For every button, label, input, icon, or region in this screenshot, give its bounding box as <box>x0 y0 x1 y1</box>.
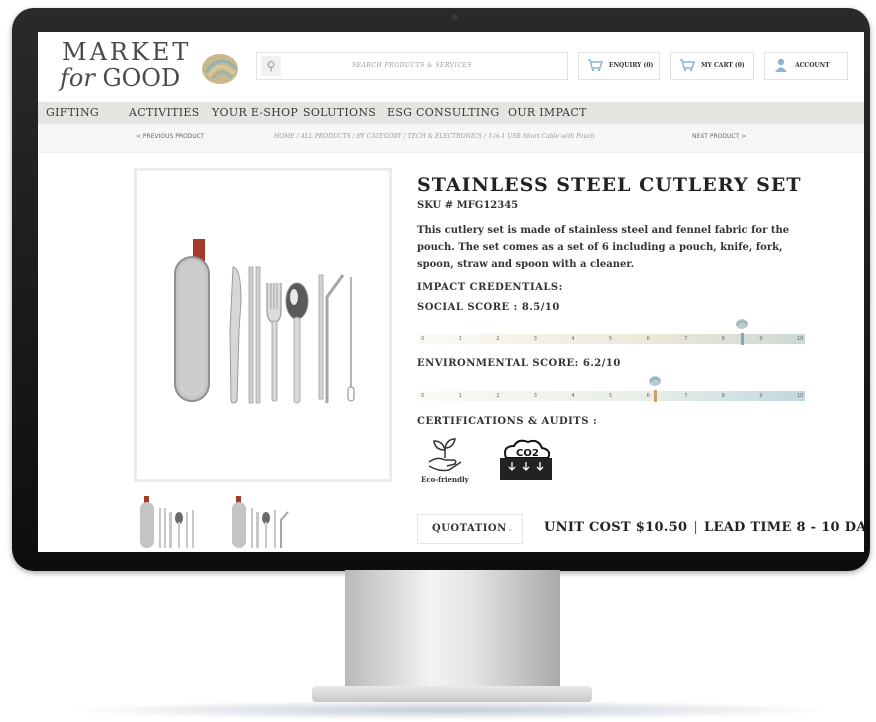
monitor-stand <box>345 570 560 688</box>
nav-item-activities[interactable]: ACTIVITIES <box>129 102 200 124</box>
monitor-shadow <box>60 700 840 720</box>
social-score-scale: 0 1 2 3 4 5 6 7 8 9 10 <box>417 319 805 345</box>
nav-item-esg-consulting[interactable]: ESG CONSULTING <box>387 102 499 124</box>
scale-tick: 2 <box>496 393 500 399</box>
scale-tick: 9 <box>759 393 763 399</box>
cart-icon <box>680 59 695 72</box>
eco-friendly-badge: Eco-friendly <box>421 436 481 486</box>
enquiry-label: ENQUIRY (0) <box>609 62 654 69</box>
product-title: STAINLESS STEEL CUTLERY SET <box>417 174 802 196</box>
scale-tick: 9 <box>759 336 763 342</box>
scale-tick: 10 <box>797 393 804 399</box>
logo-word-for-good: for GOOD <box>60 64 181 92</box>
environmental-score-label: ENVIRONMENTAL SCORE: 6.2/10 <box>417 358 621 369</box>
scale-tick: 6 <box>646 336 650 342</box>
scale-tick: 5 <box>609 336 613 342</box>
account-label: ACCOUNT <box>795 62 830 69</box>
search-bar[interactable]: ⚲ SEARCH PRODUCTS & SERVICES <box>256 52 568 80</box>
breadcrumb[interactable]: HOME / ALL PRODUCTS / BY CATEGORY / TECH… <box>274 124 595 150</box>
co2-icon: CO2 <box>500 439 552 480</box>
thumbnail-image <box>232 496 289 548</box>
product-thumbnail-2[interactable] <box>226 494 296 548</box>
brand-logo[interactable]: MARKET for GOOD <box>60 38 250 96</box>
cart-icon <box>588 59 603 72</box>
breadcrumb-bar: < PREVIOUS PRODUCT HOME / ALL PRODUCTS /… <box>38 124 864 153</box>
score-marker <box>740 333 744 345</box>
scale-tick: 7 <box>684 393 688 399</box>
scale-tick: 3 <box>533 393 537 399</box>
scale-tick: 3 <box>533 336 537 342</box>
score-marker <box>654 390 658 402</box>
scale-tick: 8 <box>721 393 725 399</box>
unit-cost: UNIT COST $10.50 <box>544 520 688 535</box>
quotation-dropdown[interactable]: QUOTATION ⌄ <box>417 514 523 544</box>
scale-tick: 5 <box>609 393 613 399</box>
eco-friendly-label: Eco-friendly <box>421 475 469 484</box>
cart-label: MY CART (0) <box>701 62 745 69</box>
scale-tick: 2 <box>496 336 500 342</box>
monitor-camera <box>452 14 458 20</box>
enquiry-button[interactable]: ENQUIRY (0) <box>578 52 660 80</box>
scale-tick: 0 <box>421 336 425 342</box>
social-score-label: SOCIAL SCORE : 8.5/10 <box>417 302 560 313</box>
nav-item-gifting[interactable]: GIFTING <box>46 102 99 124</box>
shell-marker-icon <box>649 376 662 386</box>
svg-text:CO2: CO2 <box>516 448 539 459</box>
screen: MARKET for GOOD ⚲ SEARCH PRODUCTS & SERV… <box>38 32 864 552</box>
co2-badge: CO2 <box>498 436 554 486</box>
account-button[interactable]: ACCOUNT <box>764 52 848 80</box>
scale-tick: 6 <box>646 393 650 399</box>
product-description: This cutlery set is made of stainless st… <box>417 225 790 270</box>
price-leadtime: UNIT COST $10.50 | LEAD TIME 8 - 10 DAYS <box>544 520 864 535</box>
chevron-down-icon: ⌄ <box>507 524 515 533</box>
product-thumbnail-1[interactable] <box>134 494 204 548</box>
divider: | <box>693 520 698 535</box>
previous-product-link[interactable]: < PREVIOUS PRODUCT <box>136 124 205 150</box>
scale-tick: 0 <box>421 393 425 399</box>
lead-time: LEAD TIME 8 - 10 DAYS <box>704 520 864 535</box>
shell-logo-icon <box>202 54 238 84</box>
impact-credentials-heading: IMPACT CREDENTIALS: <box>417 282 563 293</box>
account-icon <box>775 58 787 72</box>
next-product-link[interactable]: NEXT PRODUCT > <box>692 124 746 150</box>
product-main-image[interactable] <box>134 168 392 482</box>
scale-tick: 10 <box>797 336 804 342</box>
shell-marker-icon <box>735 319 748 329</box>
environmental-score-scale: 0 1 2 3 4 5 6 7 8 9 10 <box>417 376 805 402</box>
cutlery-set-illustration <box>174 239 355 404</box>
scale-tick: 4 <box>571 336 575 342</box>
scale-tick: 1 <box>458 393 462 399</box>
scale-tick: 4 <box>571 393 575 399</box>
product-sku: SKU # MFG12345 <box>417 200 519 211</box>
certifications-heading: CERTIFICATIONS & AUDITS : <box>417 416 598 427</box>
eco-friendly-icon <box>428 438 462 472</box>
nav-item-solutions[interactable]: SOLUTIONS <box>303 102 376 124</box>
nav-item-our-impact[interactable]: OUR IMPACT <box>508 102 587 124</box>
scale-tick: 1 <box>458 336 462 342</box>
site-header: MARKET for GOOD ⚲ SEARCH PRODUCTS & SERV… <box>38 32 864 102</box>
my-cart-button[interactable]: MY CART (0) <box>670 52 754 80</box>
search-input[interactable]: SEARCH PRODUCTS & SERVICES <box>257 53 567 79</box>
scale-tick: 8 <box>721 336 725 342</box>
logo-word-market: MARKET <box>62 38 192 66</box>
quotation-label: QUOTATION <box>432 523 507 534</box>
main-nav: GIFTING ACTIVITIES YOUR E-SHOP SOLUTIONS… <box>38 102 864 124</box>
scale-tick: 7 <box>684 336 688 342</box>
nav-item-your-eshop[interactable]: YOUR E-SHOP <box>212 102 298 124</box>
thumbnail-image <box>140 496 194 548</box>
